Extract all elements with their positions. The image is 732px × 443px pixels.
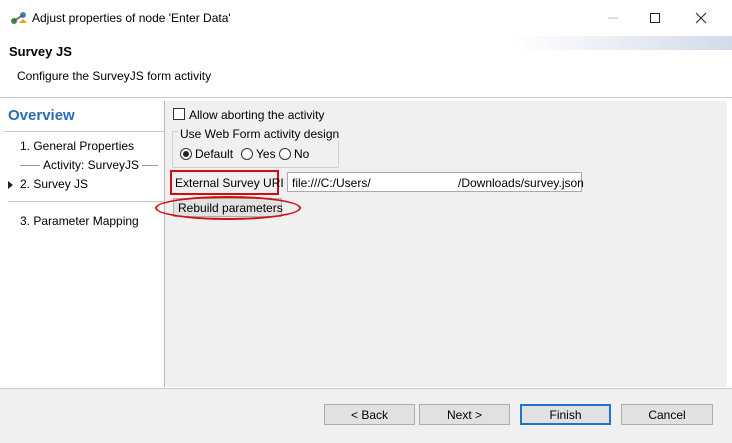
finish-button[interactable]: Finish	[520, 404, 611, 425]
radio-selected-dot	[183, 151, 189, 157]
allow-aborting-checkbox[interactable]	[173, 108, 185, 120]
external-uri-label: External Survey URI	[175, 176, 284, 190]
nav-section-activity: Activity: SurveyJS	[40, 158, 143, 172]
maximize-icon	[650, 13, 660, 23]
wizard-header: Survey JS Configure the SurveyJS form ac…	[0, 36, 732, 98]
radio-no[interactable]	[279, 148, 291, 160]
redacted-segment	[372, 173, 456, 191]
nav-item-general-properties[interactable]: 1. General Properties	[20, 139, 134, 153]
next-button[interactable]: Next >	[419, 404, 510, 425]
header-decoration	[512, 36, 732, 50]
radio-default-label[interactable]: Default	[195, 147, 233, 161]
radio-yes-label[interactable]: Yes	[256, 147, 276, 161]
divider	[4, 131, 164, 132]
nav-item-survey-js[interactable]: 2. Survey JS	[20, 177, 88, 191]
divider	[8, 201, 164, 202]
radio-no-label[interactable]: No	[294, 147, 309, 161]
uri-value-start: file:///C:/Users/	[292, 176, 371, 190]
page-description: Configure the SurveyJS form activity	[17, 69, 212, 83]
selected-arrow-icon	[8, 181, 13, 189]
allow-aborting-label[interactable]: Allow aborting the activity	[189, 108, 324, 122]
overview-panel: Overview 1. General Properties Activity:…	[4, 101, 165, 387]
minimize-icon	[608, 17, 618, 19]
knime-node-icon	[10, 11, 28, 25]
radio-default[interactable]	[180, 148, 192, 160]
minimize-button[interactable]	[590, 4, 636, 32]
web-form-design-label: Use Web Form activity design	[178, 127, 342, 141]
uri-value-end: /Downloads/survey.json	[458, 176, 584, 190]
close-button[interactable]	[678, 4, 724, 32]
rebuild-parameters-label[interactable]: Rebuild parameters	[178, 201, 283, 215]
cancel-button[interactable]: Cancel	[621, 404, 713, 425]
radio-yes[interactable]	[241, 148, 253, 160]
page-title: Survey JS	[9, 44, 72, 59]
window-title: Adjust properties of node 'Enter Data'	[32, 11, 231, 25]
maximize-button[interactable]	[632, 4, 678, 32]
close-icon	[695, 12, 707, 24]
overview-title: Overview	[8, 107, 75, 124]
back-button[interactable]: < Back	[324, 404, 415, 425]
nav-item-parameter-mapping[interactable]: 3. Parameter Mapping	[20, 214, 139, 228]
